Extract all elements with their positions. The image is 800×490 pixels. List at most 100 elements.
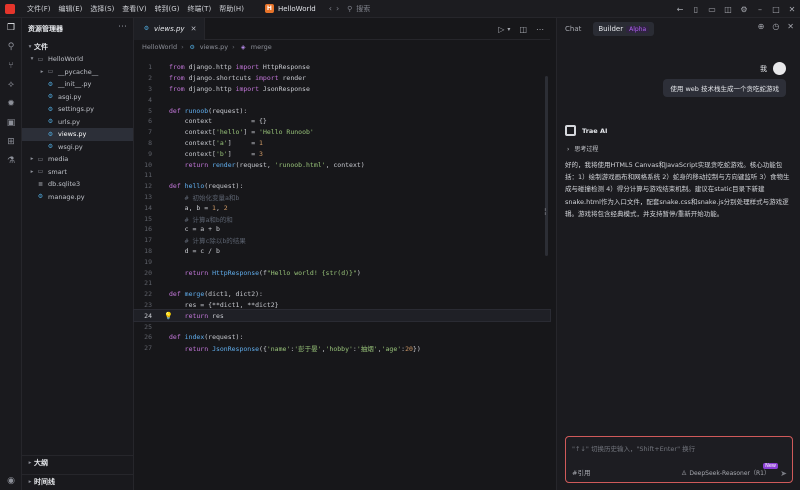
code-line[interactable]: 25 [134,321,550,332]
breadcrumb-item[interactable]: HelloWorld [142,43,177,51]
menu-file[interactable]: 文件(F) [27,4,51,14]
tree-file[interactable]: ⚙ __init__.py [22,78,133,91]
files-section-header[interactable]: ▾ 文件 [22,40,133,53]
code-line[interactable]: 20 return HttpResponse(f"Hello world! {s… [134,267,550,278]
close-icon[interactable]: ✕ [784,5,800,14]
sidebar-toggle-icon[interactable]: ▯ [688,5,704,14]
layout-icon[interactable]: ◫ [720,5,736,14]
code-line[interactable]: 10 return render(request, 'runoob.html',… [134,159,550,170]
code-line[interactable]: 5 def runoob(request): [134,105,550,116]
search-activity-icon[interactable]: ⚲ [0,37,22,56]
tab-builder[interactable]: Builder Alpha [593,22,655,36]
tree-folder[interactable]: ▸ ▭ __pycache__ [22,66,133,79]
debug-icon[interactable]: ✹ [0,94,22,113]
model-selector[interactable]: ◬ DeepSeek-Reasoner（R1） [682,468,770,477]
code-line[interactable]: 2 from django.shortcuts import render [134,73,550,84]
more-actions-icon[interactable]: ⋯ [536,25,544,34]
send-icon[interactable]: ➤ [780,469,787,478]
panel-toggle-icon[interactable]: ▭ [704,5,720,14]
maximize-icon[interactable]: □ [768,5,784,14]
menu-view[interactable]: 查看(V) [122,4,146,14]
tab-views-py[interactable]: ⚙ views.py ✕ [134,17,206,40]
thinking-toggle[interactable]: › 思考过程 [567,144,598,153]
menu-terminal[interactable]: 终端(T) [187,4,211,14]
history-icon[interactable]: ◷ [772,22,779,31]
apps-icon[interactable]: ⊞ [0,132,22,151]
code-line[interactable]: 21 [134,278,550,289]
code-line[interactable]: 23 res = {**dict1, **dict2} [134,300,550,311]
tree-file[interactable]: ⚙ wsgi.py [22,141,133,154]
more-options-icon[interactable]: ⋯ [118,22,127,32]
menu-selection[interactable]: 选择(S) [90,4,114,14]
tab-close-icon[interactable]: ✕ [191,25,197,33]
search-input[interactable]: ⚲ 搜索 [347,4,370,14]
code-area[interactable]: 1 from django.http import HttpResponse 2 fr… [133,62,551,354]
line-number: 19 [144,257,152,266]
python-file-icon: ⚙ [47,130,54,138]
nav-forward-icon[interactable]: › [336,4,339,13]
breadcrumb-item[interactable]: views.py [200,43,228,51]
code-line[interactable]: 27 return JsonResponse({'name':'彭于晏','ho… [134,343,550,354]
code-line[interactable]: 8 context['a'] = 1 [134,138,550,149]
close-panel-icon[interactable]: ✕ [787,22,794,31]
tab-chat[interactable]: Chat [565,25,581,33]
code-line[interactable]: 16 c = a + b [134,224,550,235]
timeline-section-header[interactable]: ▸ 时间线 [22,474,134,488]
tree-folder[interactable]: ▸ ▭ smart [22,166,133,179]
tree-file[interactable]: ⚙ asgi.py [22,91,133,104]
reference-button[interactable]: #引用 [572,467,590,477]
back-arrow-icon[interactable]: ← [672,5,688,14]
menu-go[interactable]: 转到(G) [155,4,180,14]
line-number: 6 [148,117,152,126]
split-editor-icon[interactable]: ◫ [519,25,527,34]
code-line[interactable]: 9 context['b'] = 3 [134,148,550,159]
code-line[interactable]: 12 def hello(request): [134,181,550,192]
chat-input[interactable]: "↑↓" 切换历史输入，"Shift+Enter" 换行 #引用 ◬ DeepS… [565,436,793,483]
folder-icon: ▭ [37,168,44,176]
testing-icon[interactable]: ⚗ [0,151,22,170]
tree-file[interactable]: ⚙ views.py [22,128,133,141]
code-line[interactable]: 4 [134,94,550,105]
new-chat-icon[interactable]: ⊕ [758,22,765,31]
code-line[interactable]: 26 def index(request): [134,332,550,343]
code-text: return render(request, 'runoob.html', co… [184,160,365,169]
extensions-icon[interactable]: ⟡ [0,75,22,94]
resize-handle[interactable]: ╎ [543,208,547,218]
code-line[interactable]: 18 d = c / b [134,246,550,257]
explorer-icon[interactable]: ❐ [0,18,22,37]
code-line[interactable]: 22 def merge(dict1, dict2): [134,289,550,300]
code-line[interactable]: 6 context = {} [134,116,550,127]
app-logo-icon [5,3,15,14]
code-line[interactable]: 19 [134,256,550,267]
run-icon[interactable]: ▷ [498,25,504,34]
account-icon[interactable]: ◉ [0,471,22,490]
tree-folder[interactable]: ▸ ▭ media [22,153,133,166]
code-line[interactable]: 13 # 初始化变量a和b [134,192,550,203]
remote-icon[interactable]: ▣ [0,113,22,132]
nav-back-icon[interactable]: ‹ [329,4,332,13]
settings-icon[interactable]: ⚙ [736,5,752,14]
code-line[interactable]: 1 from django.http import HttpResponse [134,62,550,73]
outline-section-header[interactable]: ▸ 大纲 [22,455,134,469]
run-dropdown-icon[interactable]: ▾ [507,26,510,33]
menu-help[interactable]: 帮助(H) [219,4,244,14]
breadcrumb-item[interactable]: merge [251,43,272,51]
code-line[interactable]: 14 a, b = 1, 2 [134,202,550,213]
code-text: from django.http import HttpResponse [169,63,310,72]
code-line[interactable]: 24 💡 return res [133,309,551,323]
project-switcher[interactable]: H HelloWorld [260,2,321,15]
tree-file[interactable]: ≣ db.sqlite3 [22,178,133,191]
code-line[interactable]: 17 # 计算c除以b的结果 [134,235,550,246]
menu-edit[interactable]: 编辑(E) [59,4,83,14]
tree-file[interactable]: ⚙ settings.py [22,103,133,116]
code-line[interactable]: 11 [134,170,550,181]
editor-scrollbar[interactable] [545,76,548,256]
minimize-icon[interactable]: – [752,5,768,14]
code-line[interactable]: 3 from django.http import JsonResponse [134,84,550,95]
code-line[interactable]: 7 context['hello'] = 'Hello Runoob' [134,127,550,138]
tree-folder[interactable]: ▾ ▭ HelloWorld [22,53,133,66]
source-control-icon[interactable]: ⑂ [0,56,22,75]
tree-file[interactable]: ⚙ manage.py [22,191,133,204]
code-line[interactable]: 15 # 计算a和b的和 [134,213,550,224]
tree-file[interactable]: ⚙ urls.py [22,116,133,129]
